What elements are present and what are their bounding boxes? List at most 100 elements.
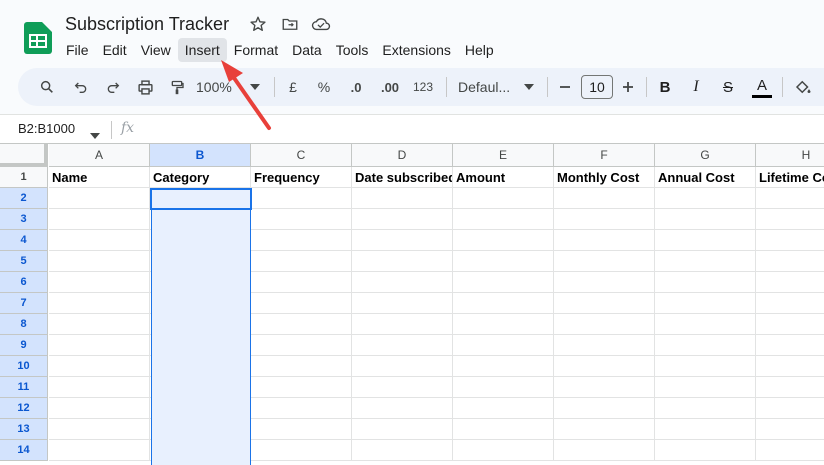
cell-g9[interactable] xyxy=(655,335,756,356)
cell-f13[interactable] xyxy=(554,419,655,440)
cell-c2[interactable] xyxy=(251,188,352,209)
cell-h3[interactable] xyxy=(756,209,824,230)
spreadsheet-grid[interactable]: A B C D E F G H 1 Name Category Frequency Date subsc… xyxy=(0,143,824,465)
cell-a9[interactable] xyxy=(49,335,150,356)
column-header-e[interactable]: E xyxy=(453,144,554,167)
currency-format-button[interactable]: £ xyxy=(283,68,303,106)
undo-icon[interactable] xyxy=(70,68,92,106)
cell-h14[interactable] xyxy=(756,440,824,461)
zoom-select[interactable]: 100% xyxy=(196,68,244,106)
column-header-g[interactable]: G xyxy=(655,144,756,167)
star-icon[interactable] xyxy=(248,14,268,34)
row-header-12[interactable]: 12 xyxy=(0,398,48,419)
cell-f5[interactable] xyxy=(554,251,655,272)
cell-f1[interactable]: Monthly Cost xyxy=(554,167,655,188)
cell-e2[interactable] xyxy=(453,188,554,209)
redo-icon[interactable] xyxy=(102,68,124,106)
number-format-button[interactable]: 123 xyxy=(410,68,436,106)
row-header-6[interactable]: 6 xyxy=(0,272,48,293)
row-header-5[interactable]: 5 xyxy=(0,251,48,272)
zoom-dropdown-icon[interactable] xyxy=(248,68,262,106)
cell-d7[interactable] xyxy=(352,293,453,314)
cell-c8[interactable] xyxy=(251,314,352,335)
row-header-1[interactable]: 1 xyxy=(0,167,48,188)
sheets-logo-icon[interactable] xyxy=(24,22,52,54)
row-header-13[interactable]: 13 xyxy=(0,419,48,440)
cell-e3[interactable] xyxy=(453,209,554,230)
cell-h13[interactable] xyxy=(756,419,824,440)
column-header-f[interactable]: F xyxy=(554,144,655,167)
cell-e11[interactable] xyxy=(453,377,554,398)
cell-h6[interactable] xyxy=(756,272,824,293)
cell-f8[interactable] xyxy=(554,314,655,335)
select-all-corner[interactable] xyxy=(0,144,48,167)
cell-c10[interactable] xyxy=(251,356,352,377)
cell-d14[interactable] xyxy=(352,440,453,461)
row-header-2[interactable]: 2 xyxy=(0,188,48,209)
cell-c3[interactable] xyxy=(251,209,352,230)
menu-help[interactable]: Help xyxy=(458,38,501,62)
column-header-h[interactable]: H xyxy=(756,144,824,167)
cell-d8[interactable] xyxy=(352,314,453,335)
paint-format-icon[interactable] xyxy=(166,68,188,106)
cell-e9[interactable] xyxy=(453,335,554,356)
menu-insert[interactable]: Insert xyxy=(177,38,227,62)
decrease-font-size-icon[interactable] xyxy=(556,68,574,106)
document-title[interactable]: Subscription Tracker xyxy=(65,14,229,35)
cloud-status-icon[interactable] xyxy=(311,14,331,34)
cell-d4[interactable] xyxy=(352,230,453,251)
italic-button[interactable]: I xyxy=(687,68,705,106)
cell-d6[interactable] xyxy=(352,272,453,293)
cell-d2[interactable] xyxy=(352,188,453,209)
cell-g10[interactable] xyxy=(655,356,756,377)
cell-f6[interactable] xyxy=(554,272,655,293)
column-header-b[interactable]: B xyxy=(150,144,251,167)
cell-c11[interactable] xyxy=(251,377,352,398)
cell-h5[interactable] xyxy=(756,251,824,272)
menu-view[interactable]: View xyxy=(134,38,178,62)
cell-a3[interactable] xyxy=(49,209,150,230)
cell-g5[interactable] xyxy=(655,251,756,272)
cell-a13[interactable] xyxy=(49,419,150,440)
cell-e10[interactable] xyxy=(453,356,554,377)
cell-h9[interactable] xyxy=(756,335,824,356)
cell-e8[interactable] xyxy=(453,314,554,335)
column-header-a[interactable]: A xyxy=(49,144,150,167)
percent-format-button[interactable]: % xyxy=(314,68,334,106)
cell-a10[interactable] xyxy=(49,356,150,377)
cell-c13[interactable] xyxy=(251,419,352,440)
cell-a5[interactable] xyxy=(49,251,150,272)
cell-f3[interactable] xyxy=(554,209,655,230)
cell-b1[interactable]: Category xyxy=(150,167,251,188)
cell-c12[interactable] xyxy=(251,398,352,419)
cell-g3[interactable] xyxy=(655,209,756,230)
menu-data[interactable]: Data xyxy=(285,38,329,62)
cell-f7[interactable] xyxy=(554,293,655,314)
cell-c1[interactable]: Frequency xyxy=(251,167,352,188)
cell-g4[interactable] xyxy=(655,230,756,251)
cell-f11[interactable] xyxy=(554,377,655,398)
cell-h10[interactable] xyxy=(756,356,824,377)
row-header-9[interactable]: 9 xyxy=(0,335,48,356)
font-select[interactable]: Defaul... xyxy=(458,68,522,106)
cell-f4[interactable] xyxy=(554,230,655,251)
cell-h1[interactable]: Lifetime Cost xyxy=(756,167,824,188)
cell-g2[interactable] xyxy=(655,188,756,209)
decrease-decimal-button[interactable]: .0 xyxy=(344,68,368,106)
cell-h11[interactable] xyxy=(756,377,824,398)
cell-e5[interactable] xyxy=(453,251,554,272)
cell-g6[interactable] xyxy=(655,272,756,293)
cell-e12[interactable] xyxy=(453,398,554,419)
cell-c9[interactable] xyxy=(251,335,352,356)
cell-a6[interactable] xyxy=(49,272,150,293)
cell-a4[interactable] xyxy=(49,230,150,251)
cell-g13[interactable] xyxy=(655,419,756,440)
cell-f14[interactable] xyxy=(554,440,655,461)
cell-g7[interactable] xyxy=(655,293,756,314)
increase-font-size-icon[interactable] xyxy=(619,68,637,106)
cell-f9[interactable] xyxy=(554,335,655,356)
font-size-input[interactable]: 10 xyxy=(581,75,613,99)
cell-g14[interactable] xyxy=(655,440,756,461)
cell-d11[interactable] xyxy=(352,377,453,398)
cell-e4[interactable] xyxy=(453,230,554,251)
